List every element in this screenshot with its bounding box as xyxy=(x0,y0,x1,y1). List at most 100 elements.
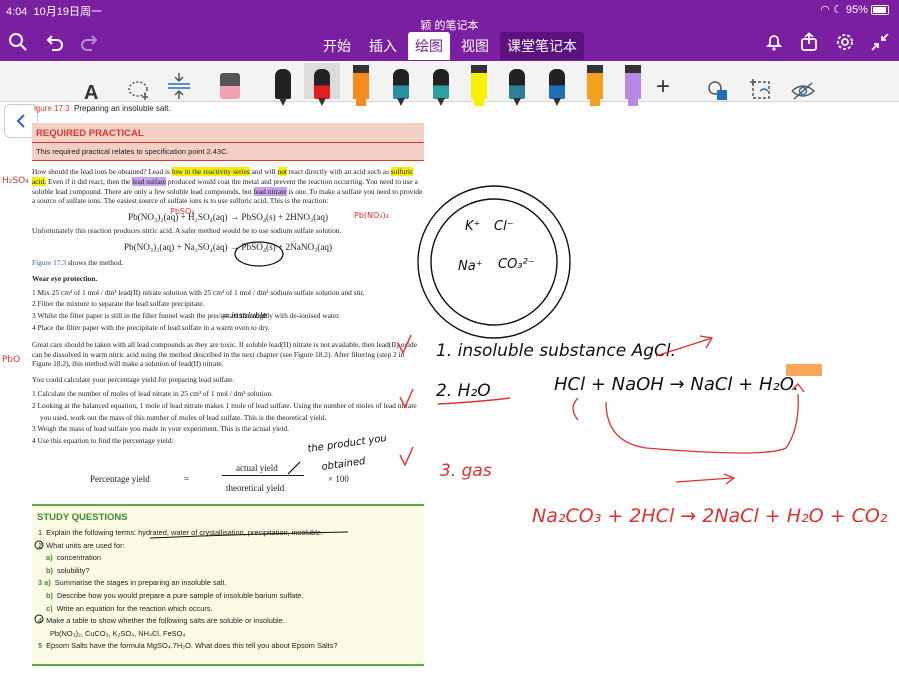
question-item: 1 Explain the following terms: hydrated, … xyxy=(38,528,323,537)
purple-highlighter-icon[interactable] xyxy=(620,63,646,106)
question-item: 3 a) Summarise the stages in preparing an… xyxy=(38,578,227,588)
bell-icon[interactable] xyxy=(762,30,786,54)
eraser-icon[interactable] xyxy=(220,63,240,99)
question-item: Pb(NO₃)₂, CuCO₃, K₂SO₄, NH₄Cl, FeSO₄ xyxy=(50,628,186,638)
method-steps: 1 Mix 25 cm³ of 1 mol / dm³ lead(II) nit… xyxy=(32,287,424,334)
tab-insert[interactable]: 插入 xyxy=(362,32,404,60)
black-pen-icon[interactable] xyxy=(270,63,296,106)
lasso-icon[interactable] xyxy=(126,67,150,103)
formula-equals: = xyxy=(184,473,190,484)
paragraph-lead-ions: How should the lead ions be obtained? Le… xyxy=(32,167,423,206)
figure-link[interactable]: Figure 17.3 xyxy=(32,258,66,267)
fraction-bar xyxy=(222,474,304,476)
question-item: 4 Make a table to show whether the follow… xyxy=(38,616,285,626)
tab-class-notebook[interactable]: 课堂笔记本 xyxy=(500,32,584,60)
paragraph-figure-ref: Figure 17.3 shows the method. xyxy=(32,257,124,267)
required-practical-title: REQUIRED PRACTICAL xyxy=(32,123,424,143)
question-item: b) solubility? xyxy=(46,565,90,575)
formula-denominator: theoretical yield xyxy=(226,482,285,493)
list-item: 1 Mix 25 cm³ of 1 mol / dm³ lead(II) nit… xyxy=(32,287,365,297)
chevron-left-icon xyxy=(16,114,25,128)
list-item: 1 Calculate the number of moles of lead … xyxy=(32,388,273,398)
ink-replay-icon[interactable] xyxy=(790,67,816,103)
question-item: a) concentration xyxy=(46,553,101,563)
tab-view[interactable]: 视图 xyxy=(454,32,496,60)
teal-pen-2-icon[interactable] xyxy=(428,63,454,106)
ink-outer-circle xyxy=(417,185,571,339)
draw-toolbar: A + xyxy=(0,61,899,106)
share-icon[interactable] xyxy=(797,30,821,54)
app-header: 4:04 10月19日周一 ◠ ☾ 95% 颖 的笔记本 开始 插入 绘图 视图… xyxy=(0,0,899,61)
study-questions: STUDY QUESTIONS 1 Explain the following t… xyxy=(32,504,424,666)
collapse-icon[interactable] xyxy=(868,30,892,54)
shapes-icon[interactable] xyxy=(706,67,730,103)
question-item: c) Write an equation for the reaction whi… xyxy=(46,603,213,613)
redo-icon[interactable] xyxy=(78,30,102,54)
formula-multiplier: × 100 xyxy=(328,473,349,484)
space-tool-icon[interactable] xyxy=(166,65,192,101)
add-pen-icon[interactable]: + xyxy=(656,65,670,101)
ink-equation-b: Na₂CO₃ + 2HCl → 2NaCl + H₂O + CO₂ xyxy=(532,505,888,527)
figure-caption: igure 17.3 Preparing an insoluble salt. xyxy=(34,104,171,113)
paragraph-nitric-acid: Unfortunately this reaction produces nit… xyxy=(32,226,342,236)
search-icon[interactable] xyxy=(6,30,30,54)
paragraph-toxic: Great care should be taken with all lead… xyxy=(32,339,417,369)
ink-equation-a: HCl + NaOH → NaCl + H₂O. xyxy=(554,374,799,395)
status-right: ◠ ☾ 95% xyxy=(820,3,889,16)
wifi-icon: ◠ xyxy=(820,4,830,16)
question-item: b) Describe how you would prepare a pure … xyxy=(46,590,304,600)
ink-underline-h2o xyxy=(437,397,511,405)
textbook-page: igure 17.3 Preparing an insoluble salt. … xyxy=(32,104,424,511)
percentage-yield-formula: Percentage yield = actual yield theoreti… xyxy=(32,453,424,511)
ink-h2so4: H₂SO₄ xyxy=(2,176,29,186)
list-item: 3 Weigh the mass of lead sulfate you mad… xyxy=(32,424,289,434)
ribbon-tabs: 开始 插入 绘图 视图 课堂笔记本 xyxy=(316,32,588,60)
list-item: 4 Use this equation to find the percenta… xyxy=(32,436,174,446)
list-item: 4 Place the filter paper with the precip… xyxy=(32,322,270,332)
yellow-highlighter-icon[interactable] xyxy=(466,63,492,106)
orange-highlighter-icon[interactable] xyxy=(348,63,374,106)
text-tool[interactable]: A xyxy=(84,69,98,105)
teal-pen-3-icon[interactable] xyxy=(504,63,530,106)
blue-pen-icon[interactable] xyxy=(544,63,570,106)
ink-arrow-1 xyxy=(655,335,714,357)
ink-ion: K⁺ xyxy=(465,219,480,234)
ink-pbo: PbO xyxy=(2,355,20,365)
list-item: 2 Looking at the balanced equation, 1 mo… xyxy=(32,400,417,422)
equation-1: Pb(NO₃)₂(aq) + H₂SO₄(aq) → PbSO₄(s) + 2H… xyxy=(127,212,329,223)
battery-level: 95% xyxy=(845,4,868,16)
paragraph-yield-intro: You could calculate your percentage yiel… xyxy=(32,375,235,385)
list-item: 3 Whilst the filter paper is still in th… xyxy=(32,311,341,321)
red-pen-icon[interactable] xyxy=(304,63,340,106)
question-item: 5 Epsom Salts have the formula MgSO₄.7H₂O… xyxy=(38,641,338,651)
equation-2: Pb(NO₃)₂(aq) + Na₂SO₄(aq) → PbSO₄(s) + 2… xyxy=(123,241,333,252)
study-title: STUDY QUESTIONS xyxy=(37,512,128,523)
ink-to-shape-icon[interactable] xyxy=(748,67,774,103)
ink-line-1: 1. insoluble substance AgCl. xyxy=(436,341,676,361)
moon-icon: ☾ xyxy=(832,4,843,16)
ink-arrow-3 xyxy=(675,473,736,485)
ink-ion: Cl⁻ xyxy=(494,219,514,234)
calc-steps: 1 Calculate the number of moles of lead … xyxy=(32,388,424,447)
orange-highlighter-2-icon[interactable] xyxy=(582,63,608,106)
undo-icon[interactable] xyxy=(42,30,66,54)
required-practical-box: REQUIRED PRACTICAL This required practic… xyxy=(32,123,424,161)
formula-numerator: actual yield xyxy=(236,462,278,473)
ink-highlight-h2o xyxy=(786,364,822,376)
tab-draw[interactable]: 绘图 xyxy=(408,32,450,60)
ink-line-2: 2. H₂O xyxy=(436,381,491,401)
list-item: 2 Filter the mixture to separate the lea… xyxy=(32,299,205,309)
question-item: 2 What units are used for: xyxy=(38,540,125,550)
battery-icon xyxy=(871,5,889,16)
tab-home[interactable]: 开始 xyxy=(316,32,358,60)
teal-pen-icon[interactable] xyxy=(388,63,414,106)
ink-swap-arrows xyxy=(572,383,805,454)
wear-eye-protection: Wear eye protection. xyxy=(32,273,98,283)
gear-icon[interactable] xyxy=(833,30,857,54)
required-practical-subtitle: This required practical relates to speci… xyxy=(36,147,229,156)
ink-line-3: 3. gas xyxy=(440,461,492,481)
formula-label: Percentage yield xyxy=(90,473,150,484)
ink-ion: CO₃²⁻ xyxy=(498,257,535,272)
ink-ion: Na⁺ xyxy=(458,259,483,274)
ink-inner-circle xyxy=(430,198,558,326)
